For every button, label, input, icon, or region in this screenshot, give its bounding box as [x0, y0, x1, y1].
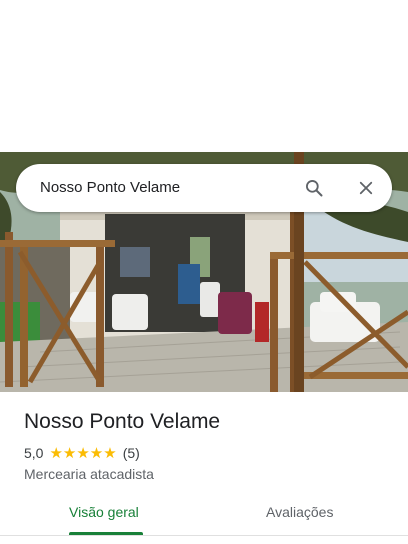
tabs-divider [0, 535, 408, 536]
star-rating-icon: ★★★★★ [49, 445, 117, 462]
search-input[interactable]: Nosso Ponto Velame [40, 164, 180, 212]
tab-reviews[interactable]: Avaliações [266, 504, 333, 520]
rating-value: 5,0 [24, 445, 44, 461]
search-icon[interactable] [302, 176, 326, 200]
search-bar[interactable]: Nosso Ponto Velame [16, 164, 392, 212]
tab-overview[interactable]: Visão geral [69, 504, 139, 520]
place-info-panel: Nosso Ponto Velame 5,0 ★★★★★ (5) Mercear… [0, 392, 408, 544]
map-area-blank [0, 0, 408, 152]
place-title: Nosso Ponto Velame [24, 410, 221, 433]
place-category[interactable]: Mercearia atacadista [24, 466, 154, 482]
close-icon[interactable] [354, 176, 378, 200]
review-count: (5) [122, 445, 140, 461]
rating-row[interactable]: 5,0 ★★★★★ (5) [24, 444, 140, 462]
